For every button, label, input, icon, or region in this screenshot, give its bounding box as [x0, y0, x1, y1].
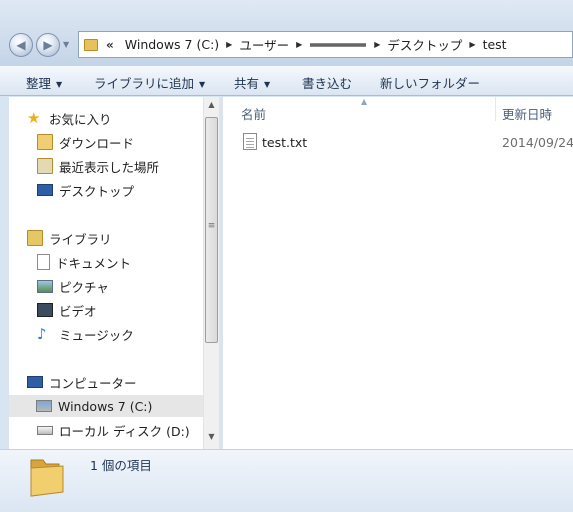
scroll-down-arrow-icon[interactable]: ▼ [203, 432, 220, 441]
nav-downloads-label: ダウンロード [59, 135, 135, 151]
nav-computer-label: コンピューター [49, 375, 137, 391]
breadcrumb-separator-icon[interactable]: ▶ [467, 40, 477, 49]
address-overflow-chevron[interactable]: « [98, 38, 120, 52]
windows-drive-icon [36, 400, 52, 412]
share-label: 共有 [234, 76, 260, 91]
folder-icon [30, 459, 64, 497]
command-bar: 整理 ▼ ライブラリに追加 ▼ 共有 ▼ 書き込む 新しいフォルダー [0, 66, 573, 96]
organize-label: 整理 [26, 76, 52, 91]
nav-music[interactable]: ♪ ミュージック [37, 323, 134, 345]
breadcrumb-separator-icon[interactable]: ▶ [372, 40, 382, 49]
breadcrumb-separator-icon[interactable]: ▶ [224, 40, 234, 49]
new-folder-button[interactable]: 新しいフォルダー [380, 73, 480, 92]
column-divider[interactable] [495, 97, 496, 121]
nav-music-label: ミュージック [59, 327, 134, 343]
pictures-icon [37, 279, 53, 293]
nav-videos[interactable]: ビデオ [37, 299, 97, 321]
videos-icon [37, 303, 53, 317]
add-to-library-button[interactable]: ライブラリに追加 ▼ [94, 73, 205, 92]
nav-pictures[interactable]: ピクチャ [37, 275, 109, 297]
nav-drive-c-label: Windows 7 (C:) [58, 398, 153, 414]
details-pane [0, 449, 573, 512]
text-file-icon[interactable] [243, 133, 257, 150]
nav-pictures-label: ピクチャ [59, 279, 109, 295]
nav-drive-d[interactable]: ローカル ディスク (D:) [37, 419, 190, 441]
share-button[interactable]: 共有 ▼ [234, 73, 270, 92]
desktop-icon [37, 184, 53, 196]
scrollbar-grip-icon: ≡ [207, 221, 216, 231]
breadcrumb-users[interactable]: ユーザー [234, 35, 294, 54]
breadcrumb-redacted-user[interactable] [310, 42, 367, 47]
nav-desktop[interactable]: デスクトップ [37, 179, 134, 201]
nav-computer[interactable]: コンピューター [27, 371, 137, 393]
navigation-pane: ★ お気に入り ダウンロード 最近表示した場所 デスクトップ ライブラリ ドキュ… [9, 97, 203, 449]
scroll-up-arrow-icon[interactable]: ▲ [203, 100, 220, 109]
folder-icon [84, 38, 98, 51]
downloads-folder-icon [37, 134, 53, 150]
sort-ascending-icon: ▲ [361, 97, 368, 106]
breadcrumb-desktop[interactable]: デスクトップ [382, 35, 467, 54]
forward-arrow-icon: ▶ [43, 38, 53, 52]
nav-drive-d-label: ローカル ディスク (D:) [59, 423, 190, 439]
organize-button[interactable]: 整理 ▼ [26, 73, 62, 92]
column-header-name[interactable]: 名前 [241, 104, 266, 123]
dropdown-arrow-icon: ▼ [264, 80, 271, 89]
nav-recent-places[interactable]: 最近表示した場所 [37, 155, 159, 177]
breadcrumb-test[interactable]: test [478, 37, 512, 52]
nav-downloads[interactable]: ダウンロード [37, 131, 134, 153]
library-icon [27, 230, 43, 246]
nav-videos-label: ビデオ [59, 303, 97, 319]
nav-favorites-label: お気に入り [49, 111, 112, 127]
dropdown-arrow-icon: ▼ [199, 80, 206, 89]
computer-icon [27, 376, 43, 388]
breadcrumb-drive[interactable]: Windows 7 (C:) [120, 37, 224, 52]
column-header-date[interactable]: 更新日時 [502, 104, 552, 123]
burn-button[interactable]: 書き込む [302, 73, 352, 92]
recent-places-icon [37, 158, 53, 174]
nav-desktop-label: デスクトップ [59, 183, 135, 199]
item-count: 1 個の項目 [90, 458, 152, 473]
nav-documents[interactable]: ドキュメント [37, 251, 131, 273]
address-bar[interactable]: « Windows 7 (C:) ▶ ユーザー ▶ ▶ デスクトップ ▶ tes… [78, 31, 573, 58]
file-name[interactable]: test.txt [262, 135, 307, 150]
file-date: 2014/09/24 [502, 135, 573, 150]
star-icon: ★ [27, 109, 41, 127]
hard-drive-icon [37, 425, 53, 435]
back-button[interactable]: ◀ [9, 33, 33, 57]
nav-libraries[interactable]: ライブラリ [27, 227, 112, 249]
nav-documents-label: ドキュメント [56, 255, 132, 271]
back-arrow-icon: ◀ [16, 38, 26, 52]
nav-recent-label: 最近表示した場所 [59, 159, 160, 175]
documents-icon [37, 254, 50, 270]
nav-libraries-label: ライブラリ [49, 231, 112, 247]
forward-button[interactable]: ▶ [36, 33, 60, 57]
nav-drive-c[interactable]: Windows 7 (C:) [9, 395, 203, 417]
nav-favorites[interactable]: ★ お気に入り [27, 107, 112, 129]
dropdown-arrow-icon: ▼ [56, 80, 63, 89]
add-to-library-label: ライブラリに追加 [94, 76, 195, 91]
recent-pages-dropdown-icon[interactable]: ▼ [63, 40, 69, 49]
music-note-icon: ♪ [37, 325, 47, 343]
breadcrumb-separator-icon[interactable]: ▶ [294, 40, 304, 49]
